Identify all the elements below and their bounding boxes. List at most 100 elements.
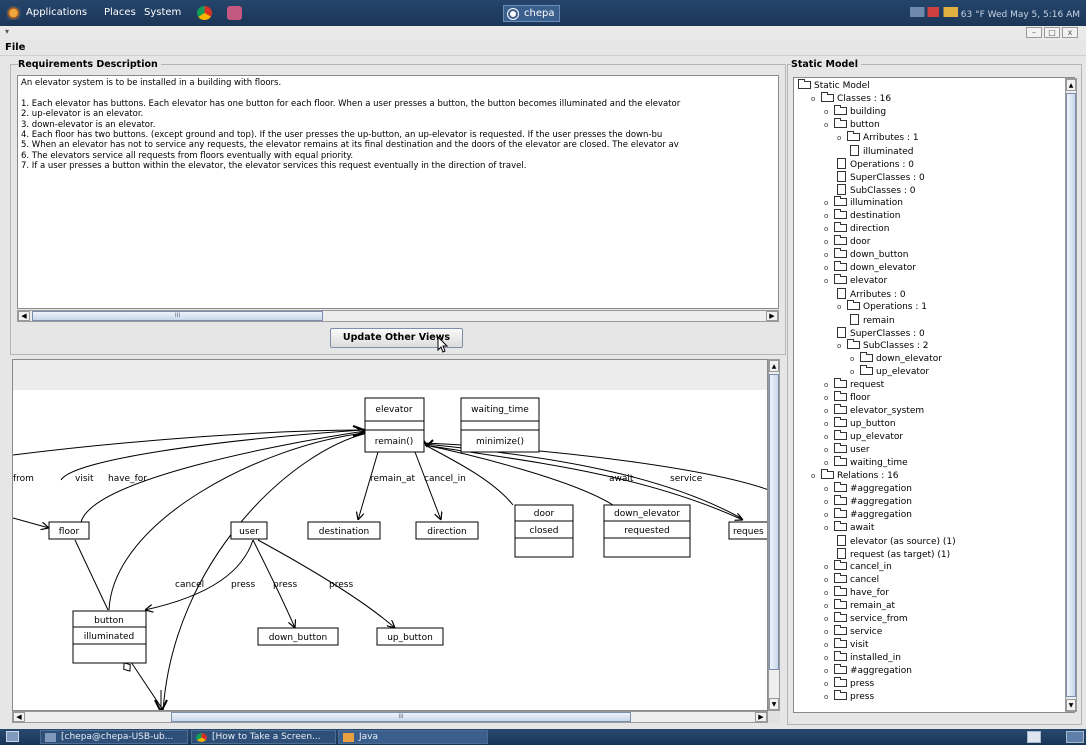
collapsed-toggle-icon[interactable]: o	[824, 197, 833, 210]
scroll-right-arrow[interactable]: ▶	[755, 712, 767, 722]
tree-node[interactable]: o visit	[824, 638, 869, 652]
collapsed-toggle-icon[interactable]: o	[824, 210, 833, 223]
scroll-thumb[interactable]: III	[32, 311, 323, 321]
tree-node[interactable]: request (as target) (1)	[837, 548, 950, 561]
expanded-toggle-icon[interactable]: o	[837, 340, 846, 353]
collapsed-toggle-icon[interactable]: o	[850, 366, 859, 379]
chrome-launcher-icon[interactable]	[197, 6, 212, 20]
class-user[interactable]: user	[230, 521, 268, 540]
tree-node[interactable]: o SubClasses : 2	[837, 339, 929, 353]
diagram-vscrollbar[interactable]: ▲ ▼	[768, 359, 780, 711]
class-down-button[interactable]: down_button	[257, 627, 339, 646]
trash-icon[interactable]	[1027, 731, 1041, 743]
collapsed-toggle-icon[interactable]: o	[824, 613, 833, 626]
scroll-down-arrow[interactable]: ▼	[769, 698, 779, 710]
tree-node[interactable]: o await	[824, 521, 874, 535]
collapsed-toggle-icon[interactable]: o	[824, 392, 833, 405]
gnome-foot-icon[interactable]	[6, 6, 21, 20]
scroll-down-arrow[interactable]: ▼	[1066, 699, 1076, 711]
static-model-tree[interactable]: Static Model o Classes : 16 o building o butto…	[793, 77, 1075, 713]
tree-node[interactable]: illuminated	[850, 145, 913, 158]
collapsed-toggle-icon[interactable]: o	[824, 496, 833, 509]
class-direction[interactable]: direction	[415, 521, 479, 540]
tree-node[interactable]: Static Model	[798, 79, 870, 93]
minimize-button[interactable]: –	[1026, 27, 1042, 38]
collapsed-toggle-icon[interactable]: o	[824, 249, 833, 262]
collapsed-toggle-icon[interactable]: o	[824, 262, 833, 275]
taskbar-item-java[interactable]: Java	[338, 730, 488, 744]
collapsed-toggle-icon[interactable]: o	[824, 600, 833, 613]
tree-node[interactable]: o Relations : 16	[811, 469, 899, 483]
applications-menu[interactable]: Applications	[26, 7, 87, 18]
tree-node[interactable]: o elevator	[824, 274, 887, 288]
diagram-hscrollbar[interactable]: ◀ III ▶	[12, 711, 768, 723]
maximize-button[interactable]: □	[1044, 27, 1060, 38]
scroll-left-arrow[interactable]: ◀	[18, 311, 30, 321]
collapsed-toggle-icon[interactable]: o	[824, 418, 833, 431]
collapsed-toggle-icon[interactable]: o	[824, 652, 833, 665]
collapsed-toggle-icon[interactable]: o	[824, 236, 833, 249]
scroll-thumb[interactable]	[1066, 93, 1076, 697]
class-request[interactable]: reques	[728, 521, 768, 540]
scroll-thumb[interactable]	[769, 374, 779, 670]
class-up-button[interactable]: up_button	[376, 627, 444, 646]
class-floor[interactable]: floor	[48, 521, 90, 540]
tree-node[interactable]: SuperClasses : 0	[837, 171, 925, 184]
tree-node[interactable]: elevator (as source) (1)	[837, 535, 956, 548]
collapsed-toggle-icon[interactable]: o	[824, 574, 833, 587]
class-elevator[interactable]: elevator remain()	[364, 397, 425, 453]
class-down-elevator[interactable]: down_elevator requested	[603, 504, 691, 558]
tree-node[interactable]: o press	[824, 677, 874, 691]
requirements-textarea[interactable]: An elevator system is to be installed in…	[17, 75, 779, 309]
taskbar-item-browser[interactable]: [How to Take a Screen...	[191, 730, 336, 744]
collapsed-toggle-icon[interactable]: o	[824, 379, 833, 392]
clock-weather[interactable]: 63 °F Wed May 5, 5:16 AM	[961, 10, 1080, 20]
scroll-left-arrow[interactable]: ◀	[13, 712, 25, 722]
expanded-toggle-icon[interactable]: o	[811, 470, 820, 483]
app-launcher-icon[interactable]	[227, 6, 242, 20]
class-diagram-canvas[interactable]: from visit have_for remain_at cancel_in …	[12, 359, 768, 711]
tree-node[interactable]: o service	[824, 625, 882, 639]
tree-node[interactable]: o door	[824, 235, 870, 249]
collapsed-toggle-icon[interactable]: o	[824, 444, 833, 457]
scroll-thumb[interactable]: III	[171, 712, 631, 722]
collapsed-toggle-icon[interactable]: o	[824, 626, 833, 639]
tree-node[interactable]: o up_elevator	[850, 365, 929, 379]
tree-node[interactable]: Operations : 0	[837, 158, 914, 171]
collapsed-toggle-icon[interactable]: o	[824, 405, 833, 418]
expanded-toggle-icon[interactable]: o	[824, 119, 833, 132]
tree-vscrollbar[interactable]: ▲ ▼	[1065, 78, 1077, 712]
places-menu[interactable]: Places	[104, 7, 136, 18]
expanded-toggle-icon[interactable]: o	[837, 132, 846, 145]
collapsed-toggle-icon[interactable]: o	[824, 561, 833, 574]
scroll-right-arrow[interactable]: ▶	[766, 311, 778, 321]
window-button-chepa[interactable]: chepa	[503, 5, 560, 22]
tree-node[interactable]: o cancel	[824, 573, 879, 587]
workspace-switcher[interactable]	[1066, 731, 1084, 743]
tree-node[interactable]: o press	[824, 690, 874, 704]
expanded-toggle-icon[interactable]: o	[811, 93, 820, 106]
tree-node[interactable]: o Arributes : 1	[837, 131, 919, 145]
tree-node[interactable]: remain	[850, 314, 895, 327]
expanded-toggle-icon[interactable]: o	[824, 522, 833, 535]
tree-node[interactable]: o Classes : 16	[811, 92, 891, 106]
collapsed-toggle-icon[interactable]: o	[850, 353, 859, 366]
expanded-toggle-icon[interactable]: o	[824, 275, 833, 288]
scroll-up-arrow[interactable]: ▲	[1066, 79, 1076, 91]
requirements-hscrollbar[interactable]: ◀ III ▶	[17, 310, 779, 322]
tray-icons[interactable]	[909, 7, 958, 17]
taskbar-item-terminal[interactable]: [chepa@chepa-USB-ub...	[40, 730, 188, 744]
collapsed-toggle-icon[interactable]: o	[824, 223, 833, 236]
collapsed-toggle-icon[interactable]: o	[824, 665, 833, 678]
show-desktop-icon[interactable]	[6, 731, 19, 742]
expanded-toggle-icon[interactable]: o	[837, 301, 846, 314]
tree-node[interactable]: o user	[824, 443, 870, 457]
collapsed-toggle-icon[interactable]: o	[824, 431, 833, 444]
window-menu-icon[interactable]: ▾	[5, 27, 9, 36]
collapsed-toggle-icon[interactable]: o	[824, 678, 833, 691]
collapsed-toggle-icon[interactable]: o	[824, 483, 833, 496]
class-waiting-time[interactable]: waiting_time minimize()	[460, 397, 540, 453]
collapsed-toggle-icon[interactable]: o	[824, 639, 833, 652]
tree-node[interactable]: o Operations : 1	[837, 300, 927, 314]
collapsed-toggle-icon[interactable]: o	[824, 509, 833, 522]
